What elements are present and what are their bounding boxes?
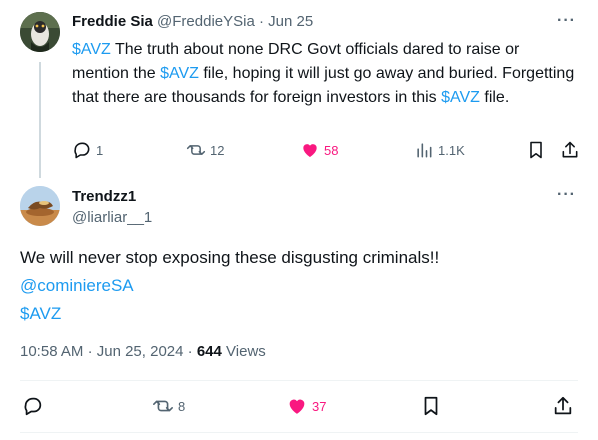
bookmark-icon <box>530 141 542 159</box>
tweet-date[interactable]: Jun 25, 2024 <box>97 343 184 360</box>
repost-count: 8 <box>178 398 186 414</box>
views-count[interactable]: 644 <box>197 343 222 360</box>
share-icon <box>554 396 572 415</box>
separator-dot: · <box>187 343 193 360</box>
avatar[interactable] <box>20 12 60 52</box>
tweet-action-bar: 1 12 58 1.1K <box>72 138 582 162</box>
divider <box>20 432 578 433</box>
parent-tweet[interactable]: Freddie Sia @FreddieYSia · Jun 25 ··· $A… <box>0 0 598 178</box>
reply-icon <box>74 142 90 159</box>
cashtag-link[interactable]: $AVZ <box>20 304 61 323</box>
tweet-text: We will never stop exposing these disgus… <box>20 244 580 328</box>
views-icon <box>417 143 432 158</box>
tweet-header: Freddie Sia @FreddieYSia · Jun 25 <box>72 12 313 32</box>
mention-link[interactable]: @cominiereSA <box>20 276 134 295</box>
display-name[interactable]: Trendzz1 <box>72 187 136 207</box>
like-icon-filled <box>289 399 305 414</box>
cashtag-link[interactable]: $AVZ <box>160 65 199 82</box>
tweet-text-line: We will never stop exposing these disgus… <box>20 248 440 267</box>
bookmark-button[interactable] <box>526 138 546 162</box>
tweet-text: $AVZ The truth about none DRC Govt offic… <box>72 38 580 110</box>
like-count: 58 <box>324 142 339 158</box>
tweet-time[interactable]: 10:58 AM <box>20 343 83 360</box>
user-handle[interactable]: @FreddieYSia <box>157 13 255 30</box>
repost-icon <box>153 400 173 412</box>
separator-dot: · <box>87 343 93 360</box>
reply-count: 1 <box>96 142 104 158</box>
user-handle[interactable]: @liarliar__1 <box>72 208 152 228</box>
tweet-action-bar: 8 37 <box>20 394 580 422</box>
reply-icon <box>24 397 42 416</box>
like-button[interactable]: 37 <box>286 394 326 418</box>
views-label: Views <box>226 343 266 360</box>
separator-dot: · <box>258 13 264 30</box>
repost-button[interactable]: 12 <box>186 138 224 162</box>
share-button[interactable] <box>552 394 574 418</box>
more-icon[interactable]: ··· <box>557 186 576 204</box>
more-icon[interactable]: ··· <box>557 12 576 30</box>
like-icon-filled <box>303 144 317 158</box>
thread-connector-line <box>39 62 41 178</box>
display-name[interactable]: Freddie Sia <box>72 13 153 30</box>
cashtag-link[interactable]: $AVZ <box>441 89 480 106</box>
like-button[interactable]: 58 <box>300 138 338 162</box>
cashtag-link[interactable]: $AVZ <box>72 41 111 58</box>
reply-button[interactable]: 1 <box>72 138 103 162</box>
share-button[interactable] <box>560 138 580 162</box>
avatar[interactable] <box>20 186 60 226</box>
views-count: 1.1K <box>438 142 465 158</box>
divider <box>20 380 578 381</box>
tweet-text-segment: file. <box>479 89 510 106</box>
bookmark-icon <box>424 396 438 416</box>
tweet-meta: 10:58 AM · Jun 25, 2024 · 644 Views <box>20 342 266 362</box>
repost-count: 12 <box>210 142 225 158</box>
repost-button[interactable]: 8 <box>152 394 185 418</box>
views-button[interactable]: 1.1K <box>414 138 465 162</box>
share-icon <box>562 141 578 158</box>
repost-icon <box>186 145 206 155</box>
tweet-date[interactable]: Jun 25 <box>268 13 313 30</box>
reply-button[interactable] <box>22 394 44 418</box>
bookmark-button[interactable] <box>420 394 442 418</box>
like-count: 37 <box>312 398 327 414</box>
